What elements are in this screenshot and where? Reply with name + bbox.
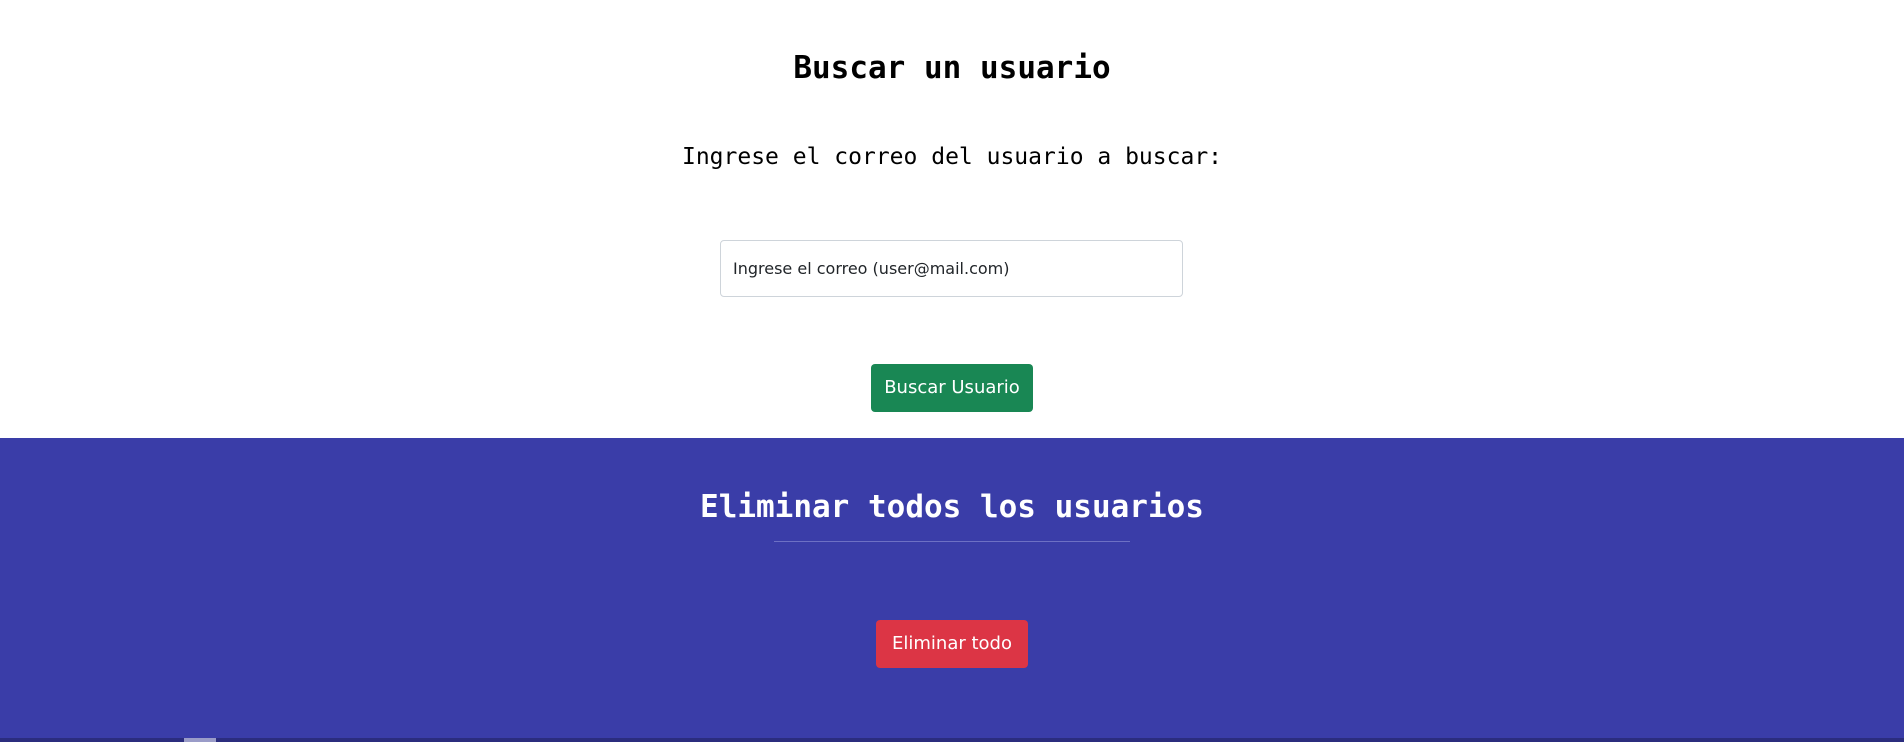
search-email-label: Ingrese el correo del usuario a buscar: xyxy=(681,144,1223,170)
scroll-indicator xyxy=(184,738,216,742)
search-user-title: Buscar un usuario xyxy=(793,50,1111,86)
delete-all-section: Eliminar todos los usuarios Eliminar tod… xyxy=(0,438,1904,738)
search-user-section: Buscar un usuario Ingrese el correo del … xyxy=(0,0,1904,438)
bottom-edge xyxy=(0,738,1904,742)
section-divider xyxy=(774,541,1130,542)
page: Buscar un usuario Ingrese el correo del … xyxy=(0,0,1904,742)
delete-all-title: Eliminar todos los usuarios xyxy=(700,489,1204,525)
delete-all-button[interactable]: Eliminar todo xyxy=(876,620,1028,668)
email-input[interactable] xyxy=(720,240,1183,297)
search-user-button[interactable]: Buscar Usuario xyxy=(871,364,1033,412)
